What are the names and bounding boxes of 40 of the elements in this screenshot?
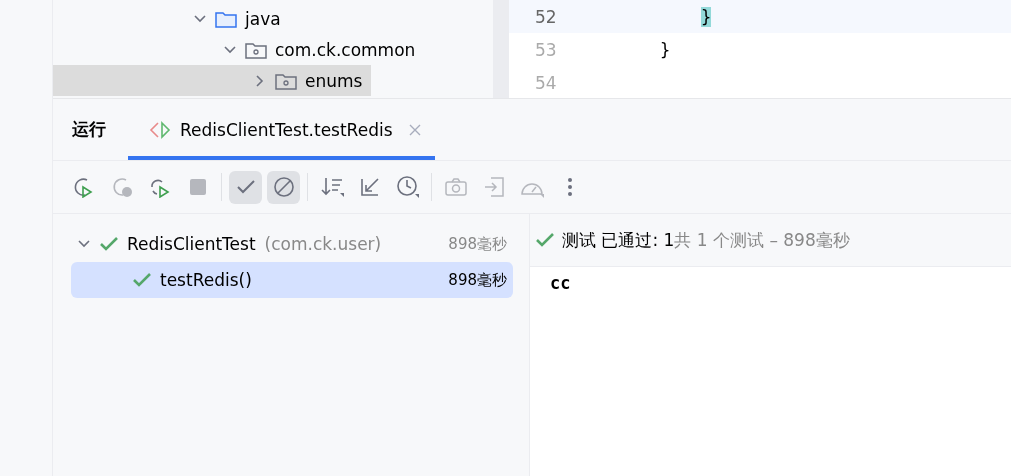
package-icon bbox=[275, 71, 297, 90]
code-line: } bbox=[658, 39, 671, 60]
toolbar-button[interactable] bbox=[267, 170, 300, 204]
toolbar-button[interactable] bbox=[229, 170, 262, 204]
tree-label: java bbox=[245, 8, 281, 29]
clock-icon bbox=[395, 175, 420, 199]
tree-item[interactable]: java bbox=[53, 3, 493, 34]
more-icon bbox=[566, 176, 573, 198]
sort-icon bbox=[319, 176, 344, 198]
test-summary: 共 1 个测试 – 898毫秒 bbox=[674, 228, 850, 252]
console-line: cc bbox=[550, 273, 572, 293]
package-name: (com.ck.user) bbox=[264, 234, 382, 254]
line-number: 54 bbox=[534, 72, 557, 93]
test-name: RedisClientTest bbox=[127, 234, 256, 254]
close-icon[interactable] bbox=[408, 123, 421, 136]
camera-icon bbox=[444, 178, 467, 196]
tree-label: enums bbox=[305, 70, 363, 91]
line-number: 52 bbox=[534, 6, 557, 27]
test-name: testRedis() bbox=[160, 270, 252, 290]
test-run-icon bbox=[148, 120, 172, 139]
rerun-icon bbox=[72, 176, 95, 198]
ignored-icon bbox=[272, 176, 295, 198]
run-tab[interactable]: RedisClientTest.testRedis bbox=[128, 99, 435, 160]
collapse-icon bbox=[359, 177, 380, 197]
tree-item[interactable]: com.ck.common bbox=[53, 34, 493, 65]
panel-title: 运行 bbox=[72, 118, 106, 141]
checkmark-icon bbox=[235, 179, 256, 195]
line-number: 53 bbox=[534, 39, 557, 60]
stop-icon bbox=[188, 178, 207, 196]
package-icon bbox=[245, 40, 267, 59]
tree-item[interactable]: enums bbox=[53, 65, 371, 96]
test-status: 测试 已通过: 1 bbox=[562, 228, 675, 252]
test-duration: 898毫秒 bbox=[448, 270, 507, 290]
test-node[interactable]: testRedis() 898毫秒 bbox=[71, 262, 513, 298]
tree-label: com.ck.common bbox=[275, 39, 416, 60]
import-icon bbox=[482, 176, 505, 198]
test-node[interactable]: RedisClientTest (com.ck.user) 898毫秒 bbox=[71, 226, 513, 262]
test-duration: 898毫秒 bbox=[448, 234, 507, 254]
rerun-failed-icon bbox=[110, 176, 133, 198]
folder-icon bbox=[215, 9, 237, 28]
